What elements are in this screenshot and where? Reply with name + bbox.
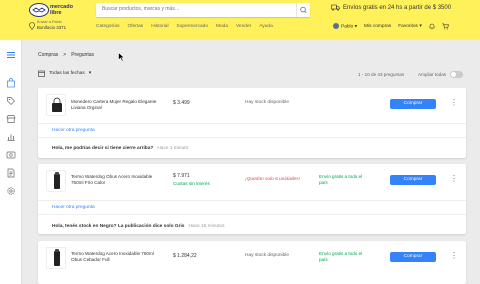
breadcrumb-purchases[interactable]: Compras [38,52,58,58]
question-text: Hola, tenés stock en Negro? La publicaci… [52,224,185,229]
logo-text-line2: libre [50,10,62,16]
tag-icon[interactable] [6,96,16,106]
product-title[interactable]: Termo Waterdog Acero Inoxidable 750ml Ob… [71,251,163,263]
chevron-down-icon: ▾ [354,24,358,30]
billing-icon[interactable] [6,150,16,160]
nav-fashion[interactable]: Moda [216,24,228,29]
expand-all-label: Ampliar todas [418,72,447,77]
handshake-logo-icon [29,3,49,17]
bell-icon[interactable] [429,23,435,30]
user-name: Pablo [341,24,354,30]
toolbar: Todas las fechas ▾ 1 - 10 de 43 pregunta… [38,69,466,81]
installments-label: Cuotas sin interés [173,181,210,186]
breadcrumb: Compras > Preguntas [38,52,94,58]
search-bar [96,3,310,17]
product-thumbnail[interactable] [46,247,66,269]
calendar-icon [38,70,45,77]
avatar [333,23,339,30]
shipping-info: Envío gratis a todo el país [319,174,363,185]
product-thumbnail[interactable] [46,170,66,192]
search-input[interactable] [102,6,282,12]
location-pin-icon [29,22,35,30]
chart-icon[interactable] [6,132,16,142]
mouse-cursor-icon [118,52,125,62]
question-entry[interactable]: Hola, me podrías decir si tiene cierre a… [52,146,188,151]
more-options-icon[interactable]: ⋮ [450,252,458,262]
product-price: $ 1.284,22 [173,253,197,259]
product-title[interactable]: Termo Waterdog Obus Acero Inoxidable 750… [71,174,163,186]
bag-icon[interactable] [6,78,16,88]
location-label: Enviar a Pablo [37,20,62,24]
nav-categories[interactable]: Categorías [96,24,119,29]
product-price: $ 7.971 [173,173,190,179]
date-filter[interactable]: Todas las fechas ▾ [38,70,91,77]
promo-text: Envíos gratis en 24 hs a partir de $ 350… [343,4,452,11]
ask-question-row: Hacer otra pregunta [38,200,466,215]
question-entry[interactable]: Hola, tenés stock en Negro? La publicaci… [52,224,224,229]
nav-history[interactable]: Historial [151,24,168,29]
user-nav: Pablo ▾ Mis compras Favoritos ▾ [333,23,449,30]
stock-status: Hay stock disponible [245,100,289,105]
chevron-down-icon: ▾ [88,71,92,76]
product-price: $ 3.499 [173,100,190,106]
user-menu[interactable]: Pablo ▾ [333,23,358,30]
chevron-down-icon: ▾ [419,24,422,29]
product-title[interactable]: Monedero Cartera Mujer Regalo Elegante L… [71,99,163,111]
stock-status: ¡Quedan solo 6 unidades! [245,177,300,182]
search-icon[interactable] [296,3,310,17]
question-text: Hola, me podrías decir si tiene cierre a… [52,146,154,151]
shipping-info: Envío gratis a todo el país [319,251,363,262]
document-icon[interactable] [6,168,16,178]
location-address: Bonifacio 3371 [37,24,67,30]
cart-icon[interactable] [442,23,449,30]
product-thumbnail[interactable] [46,94,66,116]
purchase-card: Termo Waterdog Obus Acero Inoxidable 750… [38,164,466,234]
nav-help[interactable]: Ayuda [259,24,273,29]
settings-icon[interactable] [6,186,16,196]
ask-question-link[interactable]: Hacer otra pregunta [52,205,95,210]
shipping-promo[interactable]: Envíos gratis en 24 hs a partir de $ 350… [331,4,451,11]
purchase-card: Termo Waterdog Acero Inoxidable 750ml Ob… [38,241,466,284]
breadcrumb-current: Preguntas [71,52,95,58]
pagination-info: 1 - 10 de 43 preguntas [358,72,405,77]
store-icon[interactable] [6,114,16,124]
expand-all-toggle[interactable] [450,71,463,78]
breadcrumb-separator: > [63,52,67,58]
buy-button[interactable]: Comprar [390,175,436,185]
truck-icon [331,4,340,11]
buy-button[interactable]: Comprar [390,252,436,262]
mercadolibre-logo[interactable]: mercado libre [29,3,91,18]
buy-button[interactable]: Comprar [390,99,436,109]
sidebar [0,40,22,284]
thermos-image [54,172,60,189]
question-time: Hace 1 minuto [157,146,189,151]
favorites-menu[interactable]: Favoritos ▾ [398,24,422,29]
more-options-icon[interactable]: ⋮ [450,175,458,185]
purchase-card: Monedero Cartera Mujer Regalo Elegante L… [38,88,466,158]
my-purchases-link[interactable]: Mis compras [364,24,391,29]
question-time: Hace 16 minutos [188,224,225,229]
nav-supermarket[interactable]: Supermercado [177,24,208,29]
header: mercado libre Envíos gratis en 24 hs a p… [0,0,480,40]
date-filter-label: Todas las fechas [49,71,85,76]
menu-icon[interactable] [6,50,16,60]
more-options-icon[interactable]: ⋮ [450,99,458,109]
main-nav: Categorías Ofertas Historial Supermercad… [96,24,273,29]
favorites-label: Favoritos [398,24,418,29]
stock-status: Hay stock disponible [245,253,289,258]
ask-question-link[interactable]: Hacer otra pregunta [52,128,95,133]
nav-sell[interactable]: Vender [236,24,251,29]
nav-offers[interactable]: Ofertas [127,24,143,29]
thermos-image [54,249,60,266]
ask-question-row: Hacer otra pregunta [38,123,466,138]
handbag-image [52,97,62,112]
